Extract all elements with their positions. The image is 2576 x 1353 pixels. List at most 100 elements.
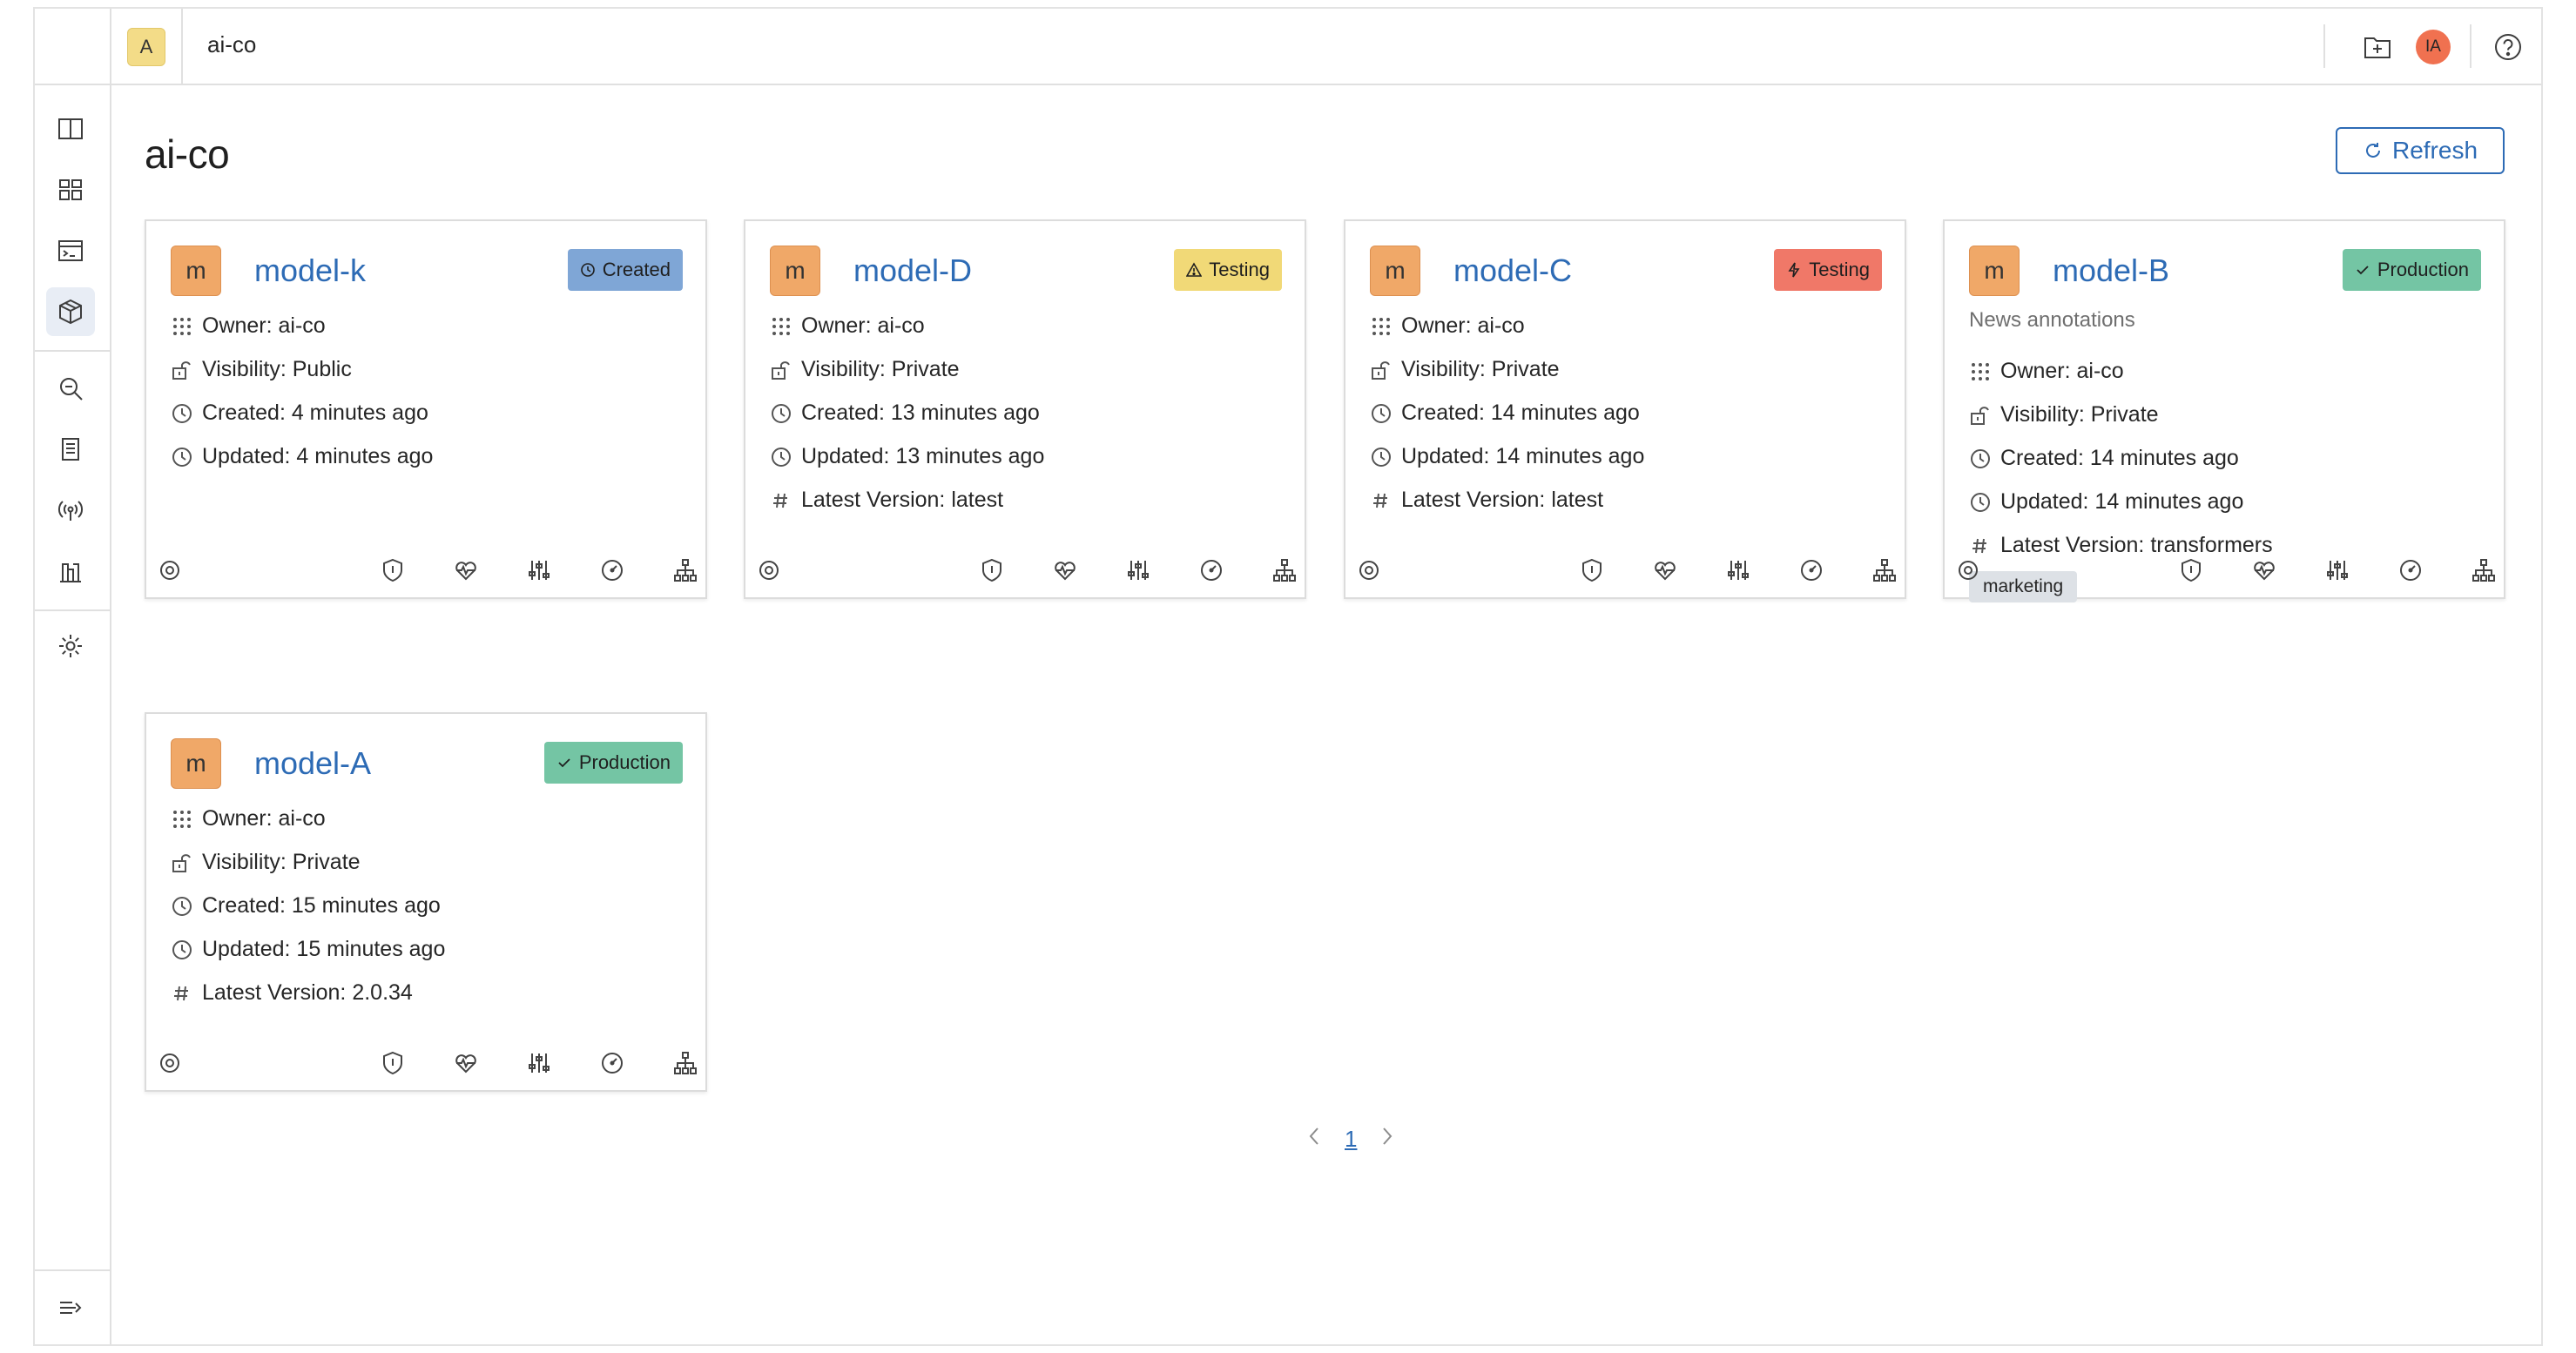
version-text: Latest Version: latest	[801, 488, 1004, 512]
model-avatar: m	[171, 738, 221, 789]
gear-icon[interactable]	[155, 1048, 185, 1078]
clock-icon	[772, 447, 791, 467]
hierarchy-icon[interactable]	[671, 555, 700, 585]
version-row: Latest Version: latest	[770, 488, 1003, 513]
next-page-icon[interactable]	[1379, 1125, 1395, 1154]
broadcast-icon[interactable]	[46, 486, 95, 535]
sliders-icon[interactable]	[524, 555, 554, 585]
model-name-link[interactable]: model-k	[254, 252, 366, 289]
gauge-icon[interactable]	[597, 1048, 627, 1078]
visibility-text: Visibility: Private	[1401, 357, 1560, 381]
sidebar-toggle-icon[interactable]	[46, 104, 95, 153]
user-avatar[interactable]: IA	[2416, 30, 2451, 64]
clock-icon	[1372, 403, 1391, 423]
visibility-row: Visibility: Private	[171, 850, 361, 875]
updated-row: Updated: 14 minutes ago	[1969, 489, 2243, 515]
workspace-name[interactable]: ai-co	[207, 31, 256, 58]
gear-icon[interactable]	[1354, 555, 1384, 585]
created-row: Created: 15 minutes ago	[171, 893, 441, 919]
divider	[2323, 24, 2325, 68]
card-actions	[1345, 543, 1905, 597]
status-badge: Testing	[1774, 249, 1882, 291]
prev-page-icon[interactable]	[1306, 1125, 1322, 1154]
heartbeat-icon[interactable]	[1650, 555, 1680, 585]
heartbeat-icon[interactable]	[1050, 555, 1080, 585]
gear-icon[interactable]	[754, 555, 784, 585]
status-badge: Production	[543, 742, 683, 784]
sliders-icon[interactable]	[2323, 555, 2352, 585]
terminal-icon[interactable]	[46, 226, 95, 275]
models-cube-icon[interactable]	[46, 287, 95, 336]
updated-row: Updated: 4 minutes ago	[171, 444, 433, 469]
updated-text: Updated: 13 minutes ago	[801, 444, 1045, 468]
help-icon[interactable]	[2489, 28, 2527, 66]
status-label: Production	[578, 751, 671, 773]
status-label: Testing	[1809, 259, 1870, 280]
sidebar	[35, 9, 111, 1344]
owner-dots-icon	[1972, 362, 1989, 380]
unlock-icon	[1372, 360, 1390, 380]
hierarchy-icon[interactable]	[2469, 555, 2498, 585]
model-card[interactable]: m model-A Production Owner: ai-co Visibi…	[145, 712, 707, 1092]
clock-icon	[1971, 448, 1990, 468]
model-card[interactable]: m model-D Testing Owner: ai-co Visibilit…	[744, 219, 1306, 599]
page-number[interactable]: 1	[1345, 1126, 1357, 1153]
gauge-icon[interactable]	[2396, 555, 2425, 585]
hierarchy-icon[interactable]	[671, 1048, 700, 1078]
divider	[2470, 24, 2471, 68]
owner-row: Owner: ai-co	[770, 313, 925, 339]
refresh-button[interactable]: Refresh	[2336, 127, 2505, 174]
sliders-icon[interactable]	[524, 1048, 554, 1078]
search-icon[interactable]	[46, 364, 95, 413]
workspace-badge[interactable]: A	[127, 28, 165, 66]
owner-text: Owner: ai-co	[2000, 359, 2124, 383]
created-row: Created: 13 minutes ago	[770, 401, 1040, 426]
clock-icon	[1372, 447, 1391, 467]
shield-icon[interactable]	[977, 555, 1007, 585]
heartbeat-icon[interactable]	[2249, 555, 2279, 585]
owner-text: Owner: ai-co	[202, 313, 326, 338]
model-name-link[interactable]: model-A	[254, 745, 371, 782]
shield-icon[interactable]	[378, 1048, 408, 1078]
settings-gear-icon[interactable]	[46, 622, 95, 670]
owner-text: Owner: ai-co	[202, 806, 326, 831]
gauge-icon[interactable]	[597, 555, 627, 585]
heartbeat-icon[interactable]	[451, 555, 481, 585]
dashboard-grid-icon[interactable]	[46, 165, 95, 214]
model-card[interactable]: m model-B Production News annotations Ow…	[1943, 219, 2505, 602]
gear-icon[interactable]	[1953, 555, 1983, 585]
model-name-link[interactable]: model-B	[2053, 252, 2169, 289]
heartbeat-icon[interactable]	[451, 1048, 481, 1078]
hierarchy-icon[interactable]	[1270, 555, 1299, 585]
shield-icon[interactable]	[378, 555, 408, 585]
datasets-chart-icon[interactable]	[46, 547, 95, 596]
gauge-icon[interactable]	[1197, 555, 1226, 585]
hierarchy-icon[interactable]	[1870, 555, 1899, 585]
created-text: Created: 15 minutes ago	[202, 893, 441, 918]
gear-icon[interactable]	[155, 555, 185, 585]
model-name-link[interactable]: model-C	[1453, 252, 1572, 289]
shield-icon[interactable]	[1577, 555, 1607, 585]
owner-row: Owner: ai-co	[1370, 313, 1525, 339]
gauge-icon[interactable]	[1797, 555, 1826, 585]
expand-sidebar-icon[interactable]	[46, 1283, 95, 1332]
model-card[interactable]: m model-C Testing Owner: ai-co Visibilit…	[1344, 219, 1906, 599]
sliders-icon[interactable]	[1723, 555, 1753, 585]
new-folder-icon[interactable]	[2358, 28, 2397, 66]
model-description: News annotations	[1969, 308, 2135, 332]
sliders-icon[interactable]	[1123, 555, 1153, 585]
clock-icon	[172, 896, 192, 916]
hash-icon	[174, 986, 188, 1000]
clock-icon	[580, 263, 595, 277]
model-card[interactable]: m model-k Created Owner: ai-co Visibilit…	[145, 219, 707, 599]
shield-icon[interactable]	[2176, 555, 2206, 585]
visibility-text: Visibility: Private	[202, 850, 361, 874]
status-badge: Production	[2342, 249, 2481, 291]
visibility-text: Visibility: Public	[202, 357, 352, 381]
document-icon[interactable]	[46, 425, 95, 474]
status-label: Created	[602, 259, 671, 280]
model-name-link[interactable]: model-D	[853, 252, 972, 289]
visibility-text: Visibility: Private	[801, 357, 960, 381]
pagination: 1	[1306, 1121, 1395, 1156]
owner-dots-icon	[173, 810, 191, 828]
